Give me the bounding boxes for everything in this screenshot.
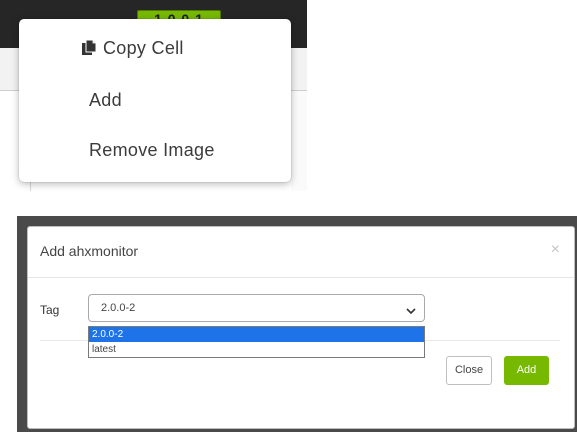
close-button[interactable]: Close: [446, 356, 492, 385]
context-menu: Copy Cell Add Remove Image: [19, 19, 291, 182]
menu-item-remove-image[interactable]: Remove Image: [89, 140, 215, 161]
copy-icon: [81, 39, 97, 56]
dialog-title: Add ahxmonitor: [40, 243, 139, 259]
tag-select[interactable]: 2.0.0-2: [88, 294, 425, 322]
add-image-dialog: Add ahxmonitor × Tag 2.0.0-2 2.0.0-2 lat…: [27, 226, 575, 429]
table-column-edge-right: [291, 91, 307, 191]
add-button[interactable]: Add: [504, 356, 549, 385]
tag-select-value: 2.0.0-2: [101, 302, 136, 314]
menu-item-add[interactable]: Add: [89, 90, 122, 111]
tag-option-selected[interactable]: 2.0.0-2: [89, 327, 424, 342]
tag-dropdown-list: 2.0.0-2 latest: [88, 326, 425, 358]
menu-item-label: Copy Cell: [103, 38, 184, 58]
tag-option[interactable]: latest: [89, 342, 424, 357]
tag-label: Tag: [40, 303, 60, 317]
menu-item-label: Remove Image: [89, 140, 215, 160]
close-icon[interactable]: ×: [551, 241, 560, 259]
dialog-header-divider: [28, 277, 574, 278]
menu-item-label: Add: [89, 90, 122, 110]
menu-item-copy-cell[interactable]: Copy Cell: [81, 38, 184, 59]
chevron-down-icon: [406, 303, 416, 315]
